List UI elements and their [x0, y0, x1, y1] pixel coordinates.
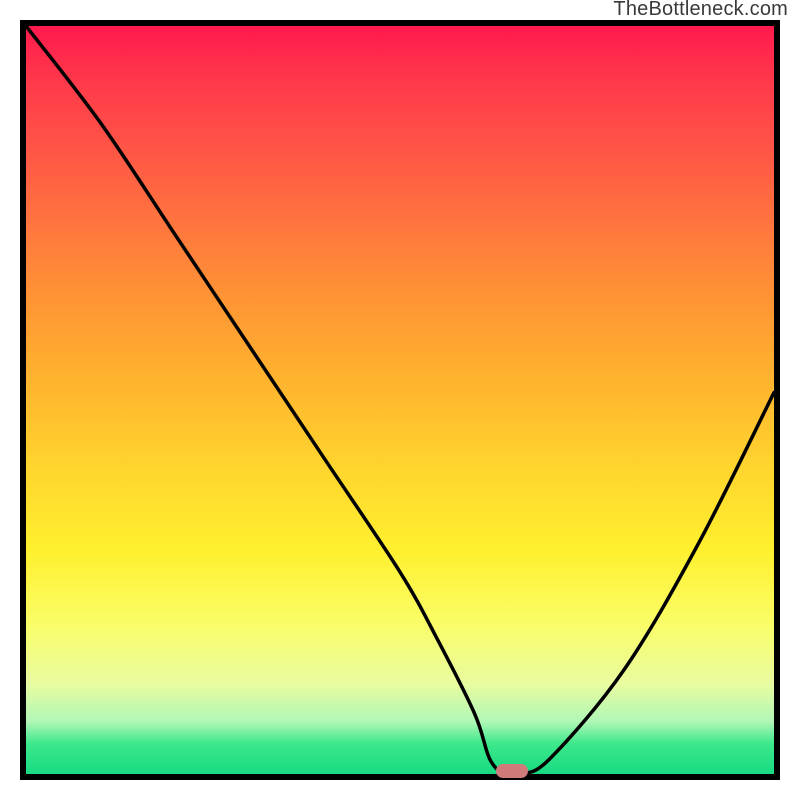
- optimal-marker: [496, 764, 528, 778]
- bottleneck-curve: [26, 26, 774, 774]
- curve-svg: [26, 26, 774, 774]
- chart-container: TheBottleneck.com: [0, 0, 800, 800]
- watermark-label: TheBottleneck.com: [613, 0, 788, 21]
- plot-area: [20, 20, 780, 780]
